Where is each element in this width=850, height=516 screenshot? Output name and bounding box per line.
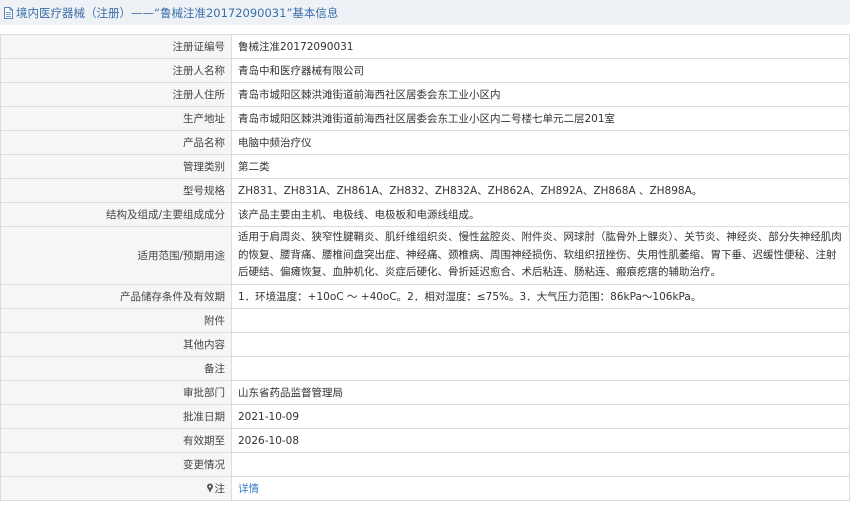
field-label: 附件 xyxy=(0,308,232,333)
field-value: 适用于肩周炎、狭窄性腱鞘炎、肌纤维组织炎、慢性盆腔炎、附件炎、网球肘（肱骨外上髁… xyxy=(231,226,850,285)
note-label: 注 xyxy=(214,482,226,495)
table-row: 附件 xyxy=(0,308,850,333)
pin-icon xyxy=(206,483,214,493)
field-label: 适用范围/预期用途 xyxy=(0,226,232,285)
table-row: 注册人住所 青岛市城阳区棘洪滩街道前海西社区居委会东工业小区内 xyxy=(0,82,850,107)
table-row: 审批部门 山东省药品监督管理局 xyxy=(0,380,850,405)
table-row: 变更情况 xyxy=(0,452,850,477)
field-value xyxy=(231,332,850,357)
document-icon xyxy=(3,6,14,19)
table-row: 有效期至 2026-10-08 xyxy=(0,428,850,453)
note-value: 详情 xyxy=(231,476,850,501)
field-value xyxy=(231,308,850,333)
table-row: 型号规格 ZH831、ZH831A、ZH861A、ZH832、ZH832A、ZH… xyxy=(0,178,850,203)
field-label: 审批部门 xyxy=(0,380,232,405)
table-row: 适用范围/预期用途 适用于肩周炎、狭窄性腱鞘炎、肌纤维组织炎、慢性盆腔炎、附件炎… xyxy=(0,226,850,285)
table-row: 批准日期 2021-10-09 xyxy=(0,404,850,429)
field-value: 2021-10-09 xyxy=(231,404,850,429)
field-label: 有效期至 xyxy=(0,428,232,453)
table-row: 其他内容 xyxy=(0,332,850,357)
device-info-table: 注册证编号 鲁械注准20172090031 注册人名称 青岛中和医疗器械有限公司… xyxy=(0,34,850,501)
field-value: 该产品主要由主机、电极线、电极板和电源线组成。 xyxy=(231,202,850,227)
field-value xyxy=(231,452,850,477)
table-row: 注册人名称 青岛中和医疗器械有限公司 xyxy=(0,58,850,83)
field-value: 1．环境温度：+10oC ～ +40oC。2．相对湿度：≤75%。3．大气压力范… xyxy=(231,284,850,309)
table-row: 备注 xyxy=(0,356,850,381)
table-row: 管理类别 第二类 xyxy=(0,154,850,179)
field-label: 型号规格 xyxy=(0,178,232,203)
field-label: 生产地址 xyxy=(0,106,232,131)
field-value: 青岛市城阳区棘洪滩街道前海西社区居委会东工业小区内 xyxy=(231,82,850,107)
field-value: 山东省药品监督管理局 xyxy=(231,380,850,405)
field-value: 2026-10-08 xyxy=(231,428,850,453)
field-label: 变更情况 xyxy=(0,452,232,477)
note-label-cell: 注 xyxy=(0,476,232,501)
field-label: 产品名称 xyxy=(0,130,232,155)
page-title: 境内医疗器械（注册）——“鲁械注准20172090031”基本信息 xyxy=(16,5,339,20)
table-row: 结构及组成/主要组成成分 该产品主要由主机、电极线、电极板和电源线组成。 xyxy=(0,202,850,227)
details-link[interactable]: 详情 xyxy=(238,483,259,495)
field-label: 其他内容 xyxy=(0,332,232,357)
table-row: 产品名称 电脑中频治疗仪 xyxy=(0,130,850,155)
table-row: 注册证编号 鲁械注准20172090031 xyxy=(0,34,850,59)
field-value: 电脑中频治疗仪 xyxy=(231,130,850,155)
field-label: 注册证编号 xyxy=(0,34,232,59)
field-value: 鲁械注准20172090031 xyxy=(231,34,850,59)
field-value xyxy=(231,356,850,381)
field-value: ZH831、ZH831A、ZH861A、ZH832、ZH832A、ZH862A、… xyxy=(231,178,850,203)
field-label: 产品储存条件及有效期 xyxy=(0,284,232,309)
field-label: 备注 xyxy=(0,356,232,381)
table-row: 产品储存条件及有效期 1．环境温度：+10oC ～ +40oC。2．相对湿度：≤… xyxy=(0,284,850,309)
field-value: 青岛市城阳区棘洪滩街道前海西社区居委会东工业小区内二号楼七单元二层201室 xyxy=(231,106,850,131)
field-label: 管理类别 xyxy=(0,154,232,179)
field-value: 青岛中和医疗器械有限公司 xyxy=(231,58,850,83)
field-label: 注册人名称 xyxy=(0,58,232,83)
field-label: 注册人住所 xyxy=(0,82,232,107)
note-row: 注 详情 xyxy=(0,476,850,501)
page-title-bar: 境内医疗器械（注册）——“鲁械注准20172090031”基本信息 xyxy=(0,0,850,25)
table-row: 生产地址 青岛市城阳区棘洪滩街道前海西社区居委会东工业小区内二号楼七单元二层20… xyxy=(0,106,850,131)
field-label: 结构及组成/主要组成成分 xyxy=(0,202,232,227)
field-label: 批准日期 xyxy=(0,404,232,429)
field-value: 第二类 xyxy=(231,154,850,179)
